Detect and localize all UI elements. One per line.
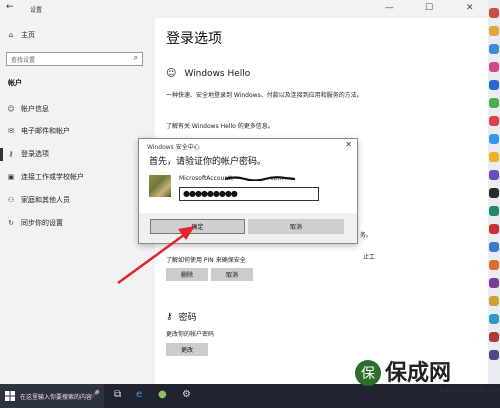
redaction-scribble (225, 176, 295, 181)
edge-icon[interactable]: e (136, 389, 142, 400)
dialog-title: Windows 安全中心 (147, 144, 200, 151)
title-bar: ← 设置 — ☐ ✕ (0, 0, 488, 18)
desktop-icon[interactable] (489, 98, 499, 108)
desktop-icon[interactable] (489, 116, 499, 126)
key-icon: ⚷ (166, 311, 173, 322)
desktop-icon[interactable] (489, 260, 499, 270)
home-icon: ⌂ (8, 31, 14, 39)
change-password-button[interactable]: 更改 (166, 343, 208, 356)
desktop-icon[interactable] (489, 170, 499, 180)
desktop-icon[interactable] (489, 44, 499, 54)
password-title: 密码 (178, 313, 197, 323)
key-icon: ⚷ (8, 150, 14, 158)
desktop-icon[interactable] (489, 134, 499, 144)
maximize-icon[interactable]: ☐ (425, 3, 433, 13)
sync-icon: ↻ (8, 219, 14, 227)
security-dialog: Windows 安全中心 ✕ 首先，请验证你的帐户密码。 MicrosoftAc… (138, 138, 358, 244)
watermark: 保 保成网 zsbaochenge.com (355, 360, 500, 394)
sidebar-item-label: 电子邮件和帐户 (21, 127, 70, 135)
partial-text: 止工 (363, 254, 376, 261)
active-indicator (0, 148, 3, 161)
password-header: ⚷ 密码 (166, 310, 197, 324)
briefcase-icon: ▣ (7, 173, 15, 181)
taskbar: 在这里输入你要搜索的内容 🎤 ⧉ e ● ⚙ (0, 384, 500, 408)
partial-text: 务。 (360, 232, 373, 239)
delete-button[interactable]: 删除 (166, 268, 208, 281)
sidebar-item-label: 帐户信息 (21, 105, 49, 113)
sidebar-item-sync[interactable]: ↻ 同步你的设置 (6, 216, 63, 230)
page-title: 登录选项 (166, 31, 222, 47)
sidebar-item-home[interactable]: ⌂ 主页 (6, 28, 35, 42)
desktop-icon[interactable] (489, 206, 499, 216)
desktop-icon-strip (488, 0, 500, 408)
desktop-icon[interactable] (489, 152, 499, 162)
desktop-icon[interactable] (489, 188, 499, 198)
sidebar-item-work-school[interactable]: ▣ 连接工作或学校帐户 (6, 170, 84, 184)
sidebar-item-label: 连接工作或学校帐户 (21, 173, 84, 181)
ok-button[interactable]: 确定 (150, 219, 245, 234)
watermark-title: 保成网 (385, 361, 452, 386)
dialog-cancel-button[interactable]: 取消 (248, 219, 344, 234)
search-icon[interactable]: ⌕ (134, 53, 138, 63)
sidebar: ⌂ 主页 查找设置 ⌕ 帐户 ☺ 帐户信息 ✉ 电子邮件和帐户 ⚷ 登录选项 ▣… (0, 18, 155, 384)
avatar (149, 175, 171, 197)
windows-start-icon[interactable] (5, 391, 15, 401)
desktop-icon[interactable] (489, 350, 499, 360)
sidebar-item-label: 登录选项 (21, 150, 49, 158)
desktop-icon[interactable] (489, 8, 499, 18)
sidebar-item-email-accounts[interactable]: ✉ 电子邮件和帐户 (6, 124, 70, 138)
task-view-icon[interactable]: ⧉ (114, 389, 121, 400)
desktop-icon[interactable] (489, 26, 499, 36)
dialog-heading: 首先，请验证你的帐户密码。 (149, 157, 267, 167)
desktop-icon[interactable] (489, 296, 499, 306)
pin-learn-link[interactable]: 了解如何使用 PIN 来确保安全 (166, 255, 246, 264)
back-icon[interactable]: ← (6, 2, 14, 12)
desktop-icon[interactable] (489, 278, 499, 288)
sidebar-item-label: 主页 (21, 31, 35, 39)
app-icon[interactable]: ● (158, 389, 167, 400)
desktop-icon[interactable] (489, 332, 499, 342)
close-icon[interactable]: ✕ (466, 3, 474, 13)
dialog-footer: 确定 取消 (139, 213, 357, 243)
search-placeholder: 查找设置 (11, 56, 36, 64)
taskbar-search[interactable]: 在这里输入你要搜索的内容 🎤 (0, 384, 104, 408)
sidebar-item-label: 同步你的设置 (21, 219, 63, 227)
windows-hello-learn-link[interactable]: 了解有关 Windows Hello 的更多信息。 (166, 121, 274, 130)
desktop-icon[interactable] (489, 242, 499, 252)
watermark-url: zsbaochenge.com (439, 386, 500, 394)
windows-hello-description: 一种快速、安全地登录到 Windows、付款以及连接到应用和服务的方法。 (166, 92, 363, 99)
dialog-close-icon[interactable]: ✕ (345, 140, 352, 149)
settings-gear-icon[interactable]: ⚙ (182, 389, 191, 400)
smile-icon: ☺ (166, 68, 177, 79)
windows-hello-header: ☺ Windows Hello (166, 68, 250, 79)
sidebar-item-sign-in-options[interactable]: ⚷ 登录选项 (6, 147, 49, 161)
person-icon: ☺ (7, 105, 15, 113)
sidebar-item-label: 家庭和其他人员 (21, 196, 70, 204)
minimize-icon[interactable]: — (385, 3, 394, 13)
desktop-icon[interactable] (489, 62, 499, 72)
people-icon: ⚇ (7, 196, 15, 204)
sidebar-section-title: 帐户 (8, 79, 22, 87)
password-description: 更改你的帐户密码 (166, 331, 215, 338)
watermark-logo: 保 (355, 360, 381, 386)
windows-hello-title: Windows Hello (184, 68, 251, 79)
desktop-icon[interactable] (489, 80, 499, 90)
window-title: 设置 (30, 7, 43, 14)
mail-icon: ✉ (8, 127, 14, 135)
search-input[interactable]: 查找设置 ⌕ (6, 52, 143, 66)
sidebar-item-family[interactable]: ⚇ 家庭和其他人员 (6, 193, 70, 207)
taskbar-search-text: 在这里输入你要搜索的内容 (20, 394, 93, 401)
desktop-icon[interactable] (489, 224, 499, 234)
microphone-icon[interactable]: 🎤 (90, 390, 100, 399)
password-field[interactable]: ●●●●●●●●● (179, 187, 319, 201)
desktop-icon[interactable] (489, 314, 499, 324)
pin-cancel-button[interactable]: 取消 (211, 268, 253, 281)
sidebar-item-account-info[interactable]: ☺ 帐户信息 (6, 102, 49, 116)
